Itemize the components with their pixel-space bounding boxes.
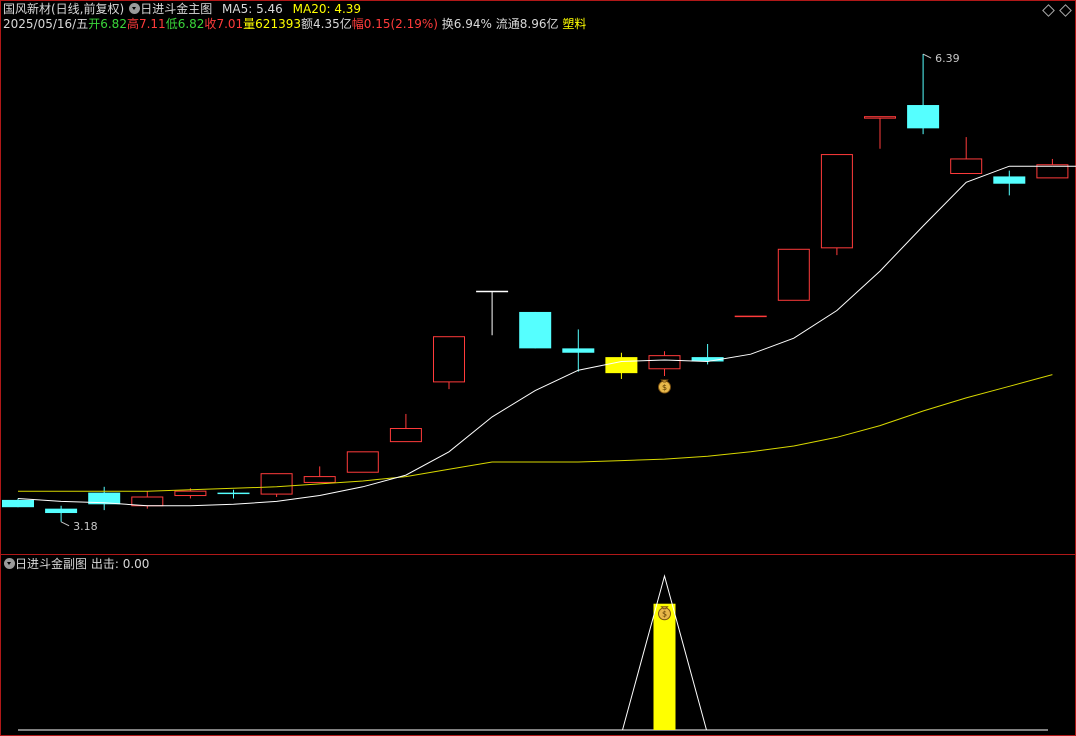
candle-body: [562, 348, 595, 353]
candle-body: [605, 357, 638, 374]
candle-body: [303, 476, 336, 483]
candle-body: [950, 158, 983, 175]
candle-body: [217, 492, 250, 495]
candle-body: [864, 116, 896, 119]
annotation-leader: [60, 521, 70, 527]
ma20-line: [18, 374, 1053, 492]
high-annotation: 6.39: [935, 52, 960, 65]
svg-text:$: $: [662, 383, 667, 392]
kline-chart[interactable]: 6.39 3.18 $ $: [0, 0, 1076, 736]
candle-body: [260, 473, 293, 495]
candle-body: [389, 428, 422, 443]
low-annotation: 3.18: [73, 520, 98, 533]
money-bag-icon: $: [658, 379, 671, 394]
candle-body: [131, 496, 164, 507]
candle-body: [648, 355, 681, 370]
candle-body: [2, 499, 34, 508]
annotation-leader: [922, 53, 932, 59]
svg-text:$: $: [662, 610, 667, 619]
candle-body: [346, 451, 379, 473]
candle-body: [433, 336, 465, 383]
candle-body: [45, 508, 78, 514]
candle-body: [907, 105, 940, 129]
candle-body: [993, 176, 1026, 184]
signal-bar: [653, 603, 676, 730]
candle-body: [1036, 164, 1069, 179]
candle-body: [777, 248, 810, 301]
candle-body: [820, 154, 853, 249]
candle-body: [174, 490, 207, 497]
candle-body: [519, 311, 552, 349]
